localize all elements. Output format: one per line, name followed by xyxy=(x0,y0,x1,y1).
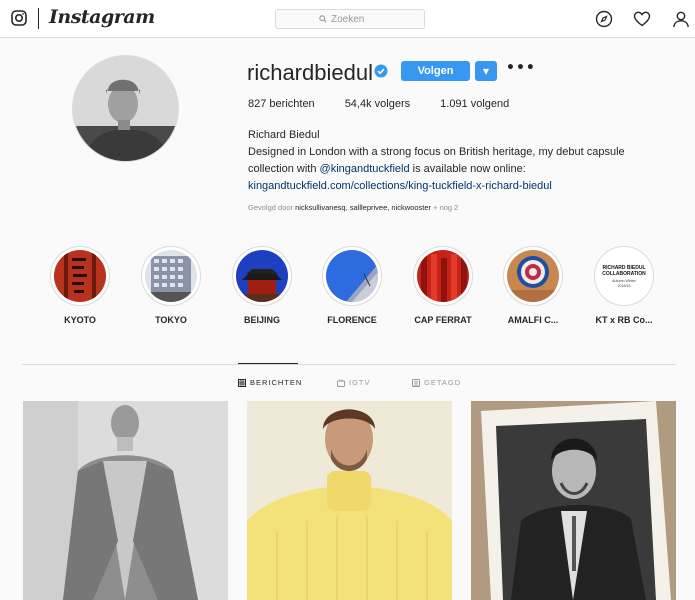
tv-icon xyxy=(337,378,345,387)
highlight-tokyo[interactable]: TOKYO xyxy=(141,246,201,325)
followed-by-text[interactable]: Gevolgd door nicksullivanesq, salllepriv… xyxy=(248,203,458,212)
search-box[interactable] xyxy=(275,9,425,29)
tab-igtv[interactable]: IGTV xyxy=(337,378,371,387)
heart-icon[interactable] xyxy=(633,10,651,28)
highlight-cap-ferrat[interactable]: CAP FERRAT xyxy=(413,246,473,325)
instagram-wordmark[interactable]: Instagram xyxy=(49,6,155,28)
post-thumbnail[interactable] xyxy=(471,401,676,600)
highlight-cover xyxy=(417,250,469,302)
profile-stats: 827 berichten 54,4k volgers 1.091 volgen… xyxy=(248,98,539,110)
highlight-beijing[interactable]: BEIJING xyxy=(232,246,292,325)
highlight-kt-x-rb[interactable]: RICHARD BIEDUL COLLABORATION Autumn Wint… xyxy=(594,246,654,325)
highlight-label: CAP FERRAT xyxy=(414,315,472,325)
instagram-icon[interactable] xyxy=(11,10,27,26)
profile-full-name: Richard Biedul xyxy=(248,129,320,141)
post-thumbnail[interactable] xyxy=(23,401,228,600)
highlight-cover xyxy=(507,250,559,302)
followed-by-names: nicksullivanesq, sallleprivee, nickwoost… xyxy=(295,203,432,212)
highlight-cover xyxy=(326,250,378,302)
post-thumbnail[interactable] xyxy=(247,401,452,600)
followers-count[interactable]: 54,4k volgers xyxy=(345,98,410,110)
bio-line: Designed in London with a strong focus o… xyxy=(248,146,625,158)
profile-avatar xyxy=(72,55,179,162)
verified-badge-icon xyxy=(374,64,388,78)
highlight-cover xyxy=(54,250,106,302)
profile-username: richardbiedul xyxy=(247,60,373,85)
tab-posts[interactable]: BERICHTEN xyxy=(238,378,302,387)
compass-icon[interactable] xyxy=(595,10,613,28)
highlight-label: FLORENCE xyxy=(327,315,377,325)
highlight-amalfi[interactable]: AMALFI C... xyxy=(503,246,563,325)
nav-divider xyxy=(38,8,39,29)
tab-tagged[interactable]: GETAGD xyxy=(412,378,461,387)
more-options-icon[interactable]: ••• xyxy=(506,61,536,75)
active-tab-indicator xyxy=(238,363,298,364)
suggestions-dropdown-button[interactable]: ▼ xyxy=(475,61,497,81)
search-icon xyxy=(319,15,327,23)
bio-website-link[interactable]: kingandtuckfield.com/collections/king-tu… xyxy=(248,178,668,195)
follow-button[interactable]: Volgen xyxy=(401,61,470,81)
highlight-kyoto[interactable]: KYOTO xyxy=(50,246,110,325)
highlight-label: TOKYO xyxy=(155,315,187,325)
profile-icon[interactable] xyxy=(672,10,690,28)
search-input[interactable] xyxy=(331,13,381,25)
posts-count: 827 berichten xyxy=(248,98,315,110)
top-nav: Instagram xyxy=(0,0,695,38)
tag-icon xyxy=(412,378,420,387)
highlight-label: BEIJING xyxy=(243,315,280,325)
highlight-label: KYOTO xyxy=(64,315,96,325)
highlight-label: KT x RB Co... xyxy=(595,315,653,325)
bio-line: collection with @kingandtuckfield is ava… xyxy=(248,163,526,175)
highlight-florence[interactable]: FLORENCE xyxy=(322,246,382,325)
tabs-divider xyxy=(22,364,676,365)
highlight-cover xyxy=(236,250,288,302)
highlight-cover: RICHARD BIEDUL COLLABORATION Autumn Wint… xyxy=(598,250,650,302)
highlight-cover xyxy=(145,250,197,302)
grid-icon xyxy=(238,378,246,387)
following-count[interactable]: 1.091 volgend xyxy=(440,98,509,110)
bio-mention-link[interactable]: @kingandtuckfield xyxy=(320,163,410,175)
highlight-label: AMALFI C... xyxy=(507,315,559,325)
profile-bio: Richard Biedul Designed in London with a… xyxy=(248,127,668,195)
